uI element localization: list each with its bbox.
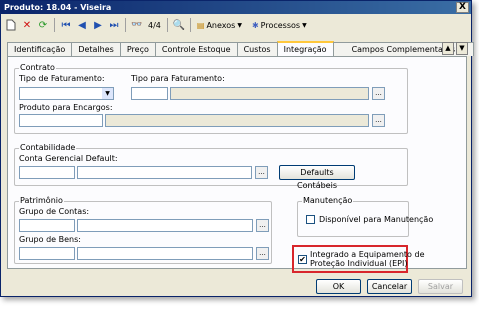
cancelar-button[interactable]: Cancelar bbox=[367, 279, 412, 294]
integracao-panel: Contrato Tipo de Faturamento: ▼ Tipo par… bbox=[7, 56, 467, 273]
grupo-bens-label: Grupo de Bens: bbox=[19, 235, 81, 244]
chevron-down-icon: ▼ bbox=[302, 21, 307, 29]
manutencao-legend: Manutenção bbox=[302, 196, 354, 205]
produto-encargos-label: Produto para Encargos: bbox=[19, 103, 113, 112]
epi-label-line1: Integrado a Equipamento de bbox=[310, 250, 425, 259]
search-icon[interactable]: 🔍 bbox=[172, 17, 186, 33]
anexos-label: Anexos bbox=[206, 20, 236, 30]
defaults-contabeis-button[interactable]: Defaults Contábeis bbox=[279, 165, 355, 190]
tab-identificacao[interactable]: Identificação bbox=[7, 42, 73, 56]
refresh-icon[interactable]: ⟳ bbox=[36, 17, 50, 33]
disponivel-manutencao-checkbox[interactable] bbox=[306, 215, 315, 224]
epi-checkbox[interactable]: ✔ bbox=[298, 255, 307, 264]
patrimonio-group: Patrimônio Grupo de Contas: ... Grupo de… bbox=[14, 196, 272, 264]
grupo-contas-lookup-button[interactable]: ... bbox=[256, 219, 269, 232]
grupo-bens-lookup-button[interactable]: ... bbox=[256, 247, 269, 260]
patrimonio-legend: Patrimônio bbox=[19, 196, 64, 205]
ok-button[interactable]: OK bbox=[316, 279, 361, 294]
tipo-para-faturamento-lookup-button[interactable]: ... bbox=[372, 87, 385, 100]
disponivel-manutencao-label: Disponível para Manutenção bbox=[319, 215, 434, 224]
tab-integracao[interactable]: Integração bbox=[276, 41, 334, 56]
product-window: Produto: 18.04 - Viseira X ✕ ⟳ ⏮ ◀ ▶ ⏭ 👓… bbox=[0, 0, 475, 297]
tipo-para-faturamento-description bbox=[170, 87, 369, 100]
last-record-icon[interactable]: ⏭ bbox=[107, 17, 121, 33]
contrato-group: Contrato Tipo de Faturamento: ▼ Tipo par… bbox=[14, 63, 408, 134]
chevron-down-icon[interactable]: ▼ bbox=[102, 88, 113, 99]
grupo-contas-label: Grupo de Contas: bbox=[19, 207, 90, 216]
grupo-bens-description bbox=[77, 247, 253, 260]
contabilidade-legend: Contabilidade bbox=[19, 143, 77, 152]
tab-strip: Identificação Detalhes Preço Controle Es… bbox=[7, 41, 475, 56]
tab-scroll-down-icon[interactable]: ▼ bbox=[456, 42, 468, 55]
tab-scroll-up-icon[interactable]: ▲ bbox=[442, 42, 454, 55]
new-document-icon[interactable] bbox=[4, 17, 18, 33]
produto-encargos-description bbox=[105, 114, 369, 127]
previous-record-icon[interactable]: ◀ bbox=[75, 17, 89, 33]
first-record-icon[interactable]: ⏮ bbox=[59, 17, 73, 33]
gear-icon: ✱ bbox=[251, 20, 259, 30]
chevron-down-icon: ▼ bbox=[237, 21, 242, 29]
grupo-bens-code-input[interactable] bbox=[19, 247, 75, 260]
salvar-button[interactable]: Salvar bbox=[418, 279, 463, 294]
produto-encargos-lookup-button[interactable]: ... bbox=[372, 114, 385, 127]
toolbar-separator bbox=[54, 18, 55, 32]
close-button[interactable]: X bbox=[456, 2, 469, 13]
contrato-legend: Contrato bbox=[19, 63, 56, 72]
tipo-faturamento-label: Tipo de Faturamento: bbox=[19, 74, 105, 83]
tipo-para-faturamento-label: Tipo para Faturamento: bbox=[131, 74, 225, 83]
conta-gerencial-description bbox=[77, 166, 252, 179]
browse-icon[interactable]: 👓 bbox=[130, 17, 144, 33]
window-title: Produto: 18.04 - Viseira bbox=[4, 3, 112, 12]
conta-gerencial-label: Conta Gerencial Default: bbox=[19, 154, 118, 163]
next-record-icon[interactable]: ▶ bbox=[91, 17, 105, 33]
processos-button[interactable]: ✱ Processos ▼ bbox=[250, 21, 309, 30]
toolbar-separator bbox=[166, 18, 168, 32]
conta-gerencial-lookup-button[interactable]: ... bbox=[255, 166, 268, 179]
processos-label: Processos bbox=[260, 20, 301, 30]
grupo-contas-code-input[interactable] bbox=[19, 219, 75, 232]
toolbar-separator bbox=[189, 18, 191, 32]
tipo-faturamento-select[interactable]: ▼ bbox=[19, 87, 114, 100]
tab-detalhes[interactable]: Detalhes bbox=[71, 42, 121, 56]
manutencao-group: Manutenção Disponível para Manutenção bbox=[297, 196, 433, 237]
contabilidade-group: Contabilidade Conta Gerencial Default: .… bbox=[14, 143, 408, 190]
toolbar: ✕ ⟳ ⏮ ◀ ▶ ⏭ 👓 4/4 🔍 ▤ Anexos ▼ ✱ Process… bbox=[2, 15, 470, 35]
delete-icon[interactable]: ✕ bbox=[20, 17, 34, 33]
title-bar: Produto: 18.04 - Viseira X bbox=[1, 1, 471, 14]
epi-label-line2: Proteção Individual (EPI) bbox=[310, 259, 408, 268]
grupo-contas-description bbox=[77, 219, 253, 232]
toolbar-separator bbox=[125, 18, 126, 32]
record-counter: 4/4 bbox=[148, 20, 161, 30]
attachment-icon: ▤ bbox=[196, 20, 205, 30]
conta-gerencial-code-input[interactable] bbox=[19, 166, 75, 179]
tab-preco[interactable]: Preço bbox=[119, 42, 156, 56]
anexos-button[interactable]: ▤ Anexos ▼ bbox=[195, 21, 244, 30]
tab-controle-estoque[interactable]: Controle Estoque bbox=[154, 42, 238, 56]
tab-custos[interactable]: Custos bbox=[236, 42, 278, 56]
produto-encargos-code-input[interactable] bbox=[19, 114, 103, 127]
tipo-para-faturamento-code-input[interactable] bbox=[131, 87, 168, 100]
